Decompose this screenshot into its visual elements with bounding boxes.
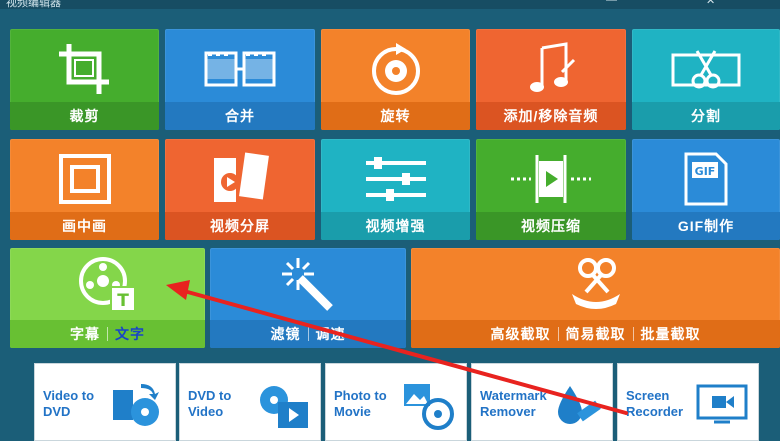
- divider: [107, 327, 108, 341]
- picture-in-picture-icon: [10, 147, 159, 211]
- tile-label: 视频分屏: [165, 212, 315, 240]
- photo-to-movie-icon: [402, 380, 458, 430]
- advanced-trim-link[interactable]: 高级截取: [491, 324, 551, 344]
- minimize-icon[interactable]: —: [606, 0, 617, 6]
- tile-label-row: 高级截取 简易截取 批量截取: [411, 320, 780, 348]
- card-title: Screen Recorder: [626, 388, 684, 419]
- tile-merge[interactable]: 合并: [165, 29, 315, 130]
- tile-split-screen[interactable]: 视频分屏: [165, 139, 315, 240]
- window-title: 视频编辑器: [6, 0, 61, 9]
- trim-scissors-icon: [411, 252, 780, 316]
- tile-subtitle[interactable]: T 字幕 文字: [10, 248, 205, 348]
- tile-trim[interactable]: 高级截取 简易截取 批量截取: [411, 248, 780, 348]
- crop-icon: [10, 37, 159, 101]
- subtitle-link[interactable]: 字幕: [70, 324, 100, 344]
- screen-recorder-card[interactable]: Screen Recorder: [617, 363, 759, 441]
- title-bar: 视频编辑器 — ✕: [0, 0, 780, 9]
- dvd-to-video-icon: [256, 380, 312, 430]
- tile-gif[interactable]: GIF GIF制作: [632, 139, 780, 240]
- card-title: Watermark Remover: [480, 388, 547, 419]
- svg-text:GIF: GIF: [695, 165, 716, 178]
- photo-to-movie-card[interactable]: Photo to Movie: [325, 363, 467, 441]
- screen-recorder-icon: [694, 380, 750, 430]
- tile-label-row: 滤镜 调速: [210, 320, 406, 348]
- tile-enhance[interactable]: 视频增强: [321, 139, 470, 240]
- batch-trim-link[interactable]: 批量截取: [641, 324, 701, 344]
- tile-split[interactable]: 分割: [632, 29, 780, 130]
- filter-link[interactable]: 滤镜: [271, 324, 301, 344]
- tile-filter[interactable]: 滤镜 调速: [210, 248, 406, 348]
- tile-label: 视频压缩: [476, 212, 626, 240]
- divider: [557, 327, 559, 341]
- tile-label: 添加/移除音频: [476, 102, 626, 130]
- tile-label: GIF制作: [632, 212, 780, 240]
- rotate-icon: [321, 37, 470, 101]
- speed-link[interactable]: 调速: [316, 324, 346, 344]
- tile-label: 画中画: [10, 212, 159, 240]
- tile-picture-in-picture[interactable]: 画中画: [10, 139, 159, 240]
- tile-label: 旋转: [321, 102, 470, 130]
- close-icon[interactable]: ✕: [706, 0, 715, 7]
- tile-label: 视频增强: [321, 212, 470, 240]
- compress-icon: [476, 147, 626, 211]
- tile-label-row: 字幕 文字: [10, 320, 205, 348]
- split-screen-icon: [165, 147, 315, 211]
- svg-text:T: T: [117, 291, 129, 311]
- tile-label: 合并: [165, 102, 315, 130]
- subtitle-film-icon: T: [10, 252, 205, 316]
- sliders-icon: [321, 147, 470, 211]
- watermark-remover-card[interactable]: Watermark Remover: [471, 363, 613, 441]
- card-title: Photo to Movie: [334, 388, 387, 419]
- tile-label: 裁剪: [10, 102, 159, 130]
- card-title: DVD to Video: [188, 388, 232, 419]
- tile-rotate[interactable]: 旋转: [321, 29, 470, 130]
- dvd-to-video-card[interactable]: DVD to Video: [179, 363, 321, 441]
- tile-compress[interactable]: 视频压缩: [476, 139, 626, 240]
- divider: [307, 327, 309, 341]
- video-to-dvd-icon: [111, 380, 167, 430]
- music-note-icon: [476, 37, 626, 101]
- tile-crop[interactable]: 裁剪: [10, 29, 159, 130]
- divider: [632, 327, 634, 341]
- split-scissors-icon: [632, 37, 780, 101]
- magic-wand-icon: [210, 252, 406, 316]
- gif-icon: GIF: [632, 147, 780, 211]
- watermark-remover-icon: [548, 380, 604, 430]
- merge-film-icon: [165, 37, 315, 101]
- tile-audio[interactable]: 添加/移除音频: [476, 29, 626, 130]
- video-to-dvd-card[interactable]: Video to DVD: [34, 363, 176, 441]
- card-title: Video to DVD: [43, 388, 95, 419]
- simple-trim-link[interactable]: 简易截取: [566, 324, 626, 344]
- text-link[interactable]: 文字: [115, 324, 145, 344]
- tile-label: 分割: [632, 102, 780, 130]
